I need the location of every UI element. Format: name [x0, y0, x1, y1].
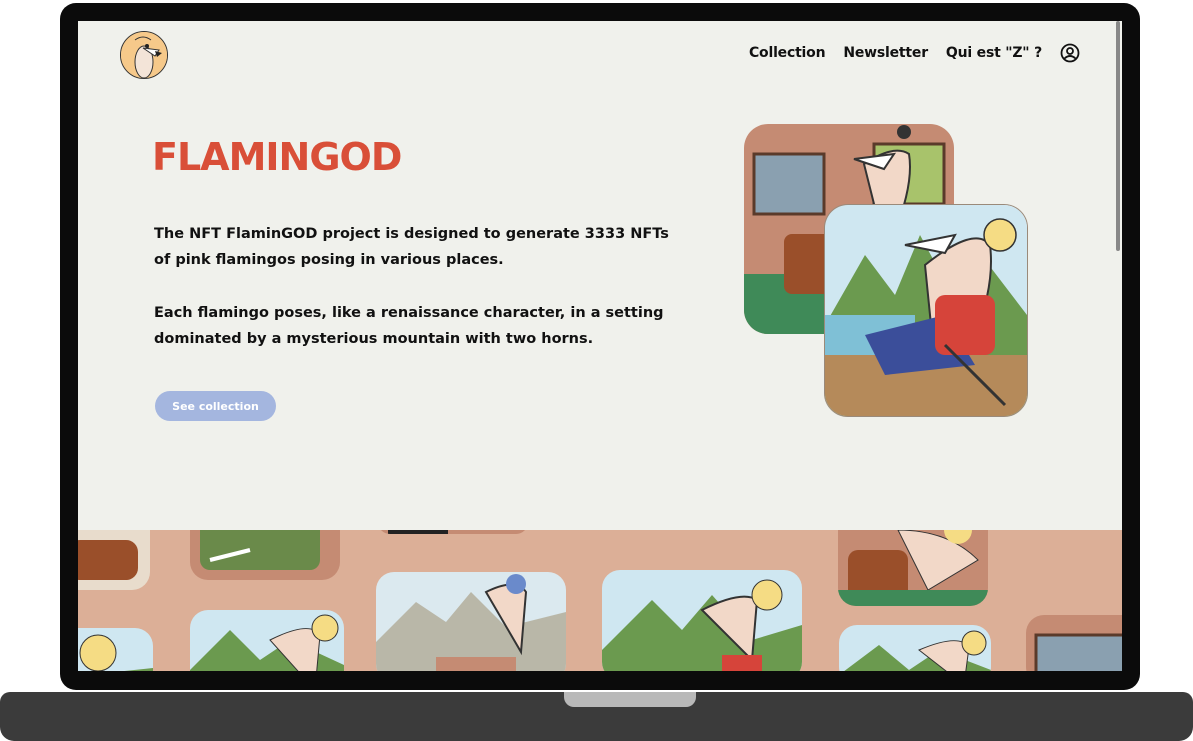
- nav-collection-link[interactable]: Collection: [749, 45, 826, 61]
- flamingo-artwork-image: [825, 205, 1027, 416]
- nft-thumbnail[interactable]: [376, 572, 566, 671]
- nft-thumbnail[interactable]: [190, 610, 344, 671]
- see-collection-button[interactable]: See collection: [155, 391, 276, 421]
- nft-thumbnail[interactable]: [602, 570, 802, 671]
- hero-paragraph-1: The NFT FlaminGOD project is designed to…: [154, 226, 669, 268]
- main-nav: Collection Newsletter Qui est "Z" ?: [749, 43, 1080, 63]
- nft-thumbnail[interactable]: [78, 628, 153, 671]
- nft-card-front: [824, 204, 1028, 417]
- nft-thumbnail[interactable]: [839, 625, 991, 671]
- collection-preview-strip: [78, 530, 1122, 671]
- flamingo-logo-icon: [121, 32, 167, 78]
- nft-thumbnail[interactable]: [190, 530, 340, 580]
- brand-title: FLAMINGOD: [152, 135, 402, 179]
- browser-viewport: Collection Newsletter Qui est "Z" ? FLAM…: [78, 21, 1122, 671]
- nft-thumbnail[interactable]: [78, 530, 150, 590]
- page-scrollbar[interactable]: [1116, 21, 1120, 251]
- nft-thumbnail[interactable]: [378, 530, 528, 534]
- hero-description: The NFT FlaminGOD project is designed to…: [154, 221, 674, 379]
- nft-thumbnail[interactable]: [1026, 615, 1122, 671]
- site-logo[interactable]: [120, 31, 168, 79]
- nav-qui-est-z-link[interactable]: Qui est "Z" ?: [946, 45, 1042, 61]
- nav-newsletter-link[interactable]: Newsletter: [843, 45, 928, 61]
- hero-paragraph-2: Each flamingo poses, like a renaissance …: [154, 305, 664, 347]
- user-circle-icon[interactable]: [1060, 43, 1080, 63]
- nft-thumbnail[interactable]: [838, 530, 988, 606]
- laptop-notch: [564, 692, 696, 707]
